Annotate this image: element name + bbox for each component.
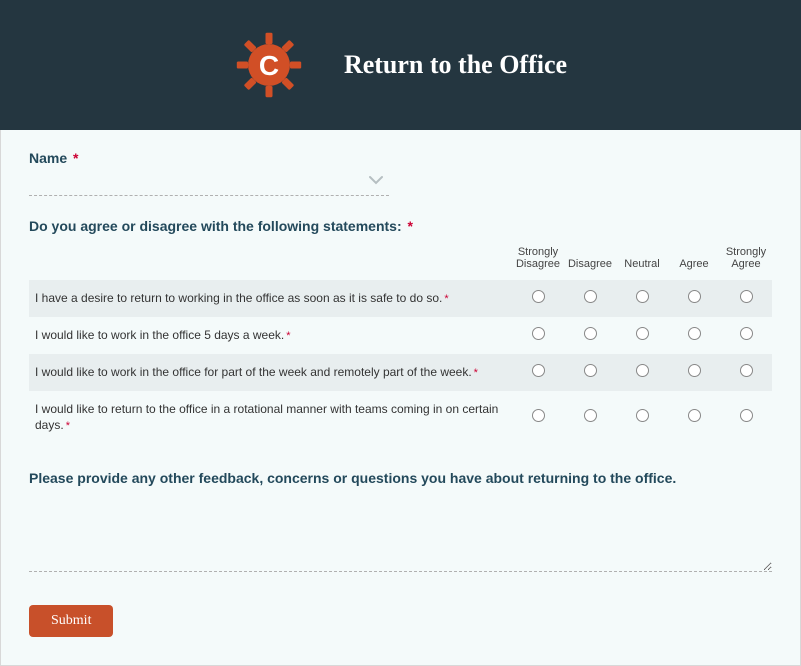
required-asterisk: * <box>286 330 290 342</box>
matrix-question-text: Do you agree or disagree with the follow… <box>29 218 402 234</box>
matrix-row-statement: I would like to work in the office 5 day… <box>29 317 512 354</box>
radio-strongly-agree[interactable] <box>740 327 753 340</box>
matrix-col-header: Disagree <box>564 242 616 280</box>
chevron-down-icon <box>369 174 383 188</box>
statement-text: I would like to work in the office for p… <box>35 365 472 379</box>
required-asterisk: * <box>66 420 70 432</box>
matrix-row: I have a desire to return to working in … <box>29 280 772 317</box>
radio-strongly-disagree[interactable] <box>532 290 545 303</box>
name-select-wrap <box>29 172 389 196</box>
radio-neutral[interactable] <box>636 409 649 422</box>
matrix-row-statement: I would like to return to the office in … <box>29 391 512 444</box>
likert-matrix: Strongly Disagree Disagree Neutral Agree… <box>29 242 772 444</box>
feedback-label: Please provide any other feedback, conce… <box>29 470 772 486</box>
statement-text: I would like to return to the office in … <box>35 402 498 432</box>
radio-agree[interactable] <box>688 290 701 303</box>
required-asterisk: * <box>444 293 448 305</box>
matrix-row: I would like to return to the office in … <box>29 391 772 444</box>
matrix-question-label: Do you agree or disagree with the follow… <box>29 218 772 234</box>
matrix-header-stub <box>29 242 512 280</box>
form-container: Name * Do you agree or disagree with the… <box>0 130 801 666</box>
matrix-row-statement: I have a desire to return to working in … <box>29 280 512 317</box>
svg-text:C: C <box>259 50 279 81</box>
matrix-row: I would like to work in the office 5 day… <box>29 317 772 354</box>
statement-text: I have a desire to return to working in … <box>35 291 442 305</box>
gear-c-logo-icon: C <box>234 30 304 100</box>
matrix-row: I would like to work in the office for p… <box>29 354 772 391</box>
radio-disagree[interactable] <box>584 290 597 303</box>
page-title: Return to the Office <box>344 50 567 80</box>
matrix-col-header: Neutral <box>616 242 668 280</box>
radio-neutral[interactable] <box>636 290 649 303</box>
radio-neutral[interactable] <box>636 364 649 377</box>
radio-strongly-disagree[interactable] <box>532 409 545 422</box>
radio-strongly-agree[interactable] <box>740 364 753 377</box>
required-asterisk: * <box>408 218 413 234</box>
radio-agree[interactable] <box>688 364 701 377</box>
submit-button[interactable]: Submit <box>29 605 113 637</box>
radio-agree[interactable] <box>688 327 701 340</box>
radio-disagree[interactable] <box>584 409 597 422</box>
matrix-row-statement: I would like to work in the office for p… <box>29 354 512 391</box>
radio-disagree[interactable] <box>584 364 597 377</box>
statement-text: I would like to work in the office 5 day… <box>35 328 284 342</box>
radio-neutral[interactable] <box>636 327 649 340</box>
radio-disagree[interactable] <box>584 327 597 340</box>
radio-strongly-agree[interactable] <box>740 290 753 303</box>
radio-strongly-disagree[interactable] <box>532 364 545 377</box>
page-header: C Return to the Office <box>0 0 801 130</box>
matrix-col-header: Strongly Disagree <box>512 242 564 280</box>
radio-agree[interactable] <box>688 409 701 422</box>
required-asterisk: * <box>474 367 478 379</box>
radio-strongly-disagree[interactable] <box>532 327 545 340</box>
matrix-col-header: Strongly Agree <box>720 242 772 280</box>
required-asterisk: * <box>73 150 78 166</box>
name-select[interactable] <box>29 172 389 196</box>
name-label-text: Name <box>29 150 67 166</box>
name-label: Name * <box>29 150 772 166</box>
matrix-col-header: Agree <box>668 242 720 280</box>
matrix-header-row: Strongly Disagree Disagree Neutral Agree… <box>29 242 772 280</box>
radio-strongly-agree[interactable] <box>740 409 753 422</box>
feedback-textarea[interactable] <box>29 494 772 572</box>
